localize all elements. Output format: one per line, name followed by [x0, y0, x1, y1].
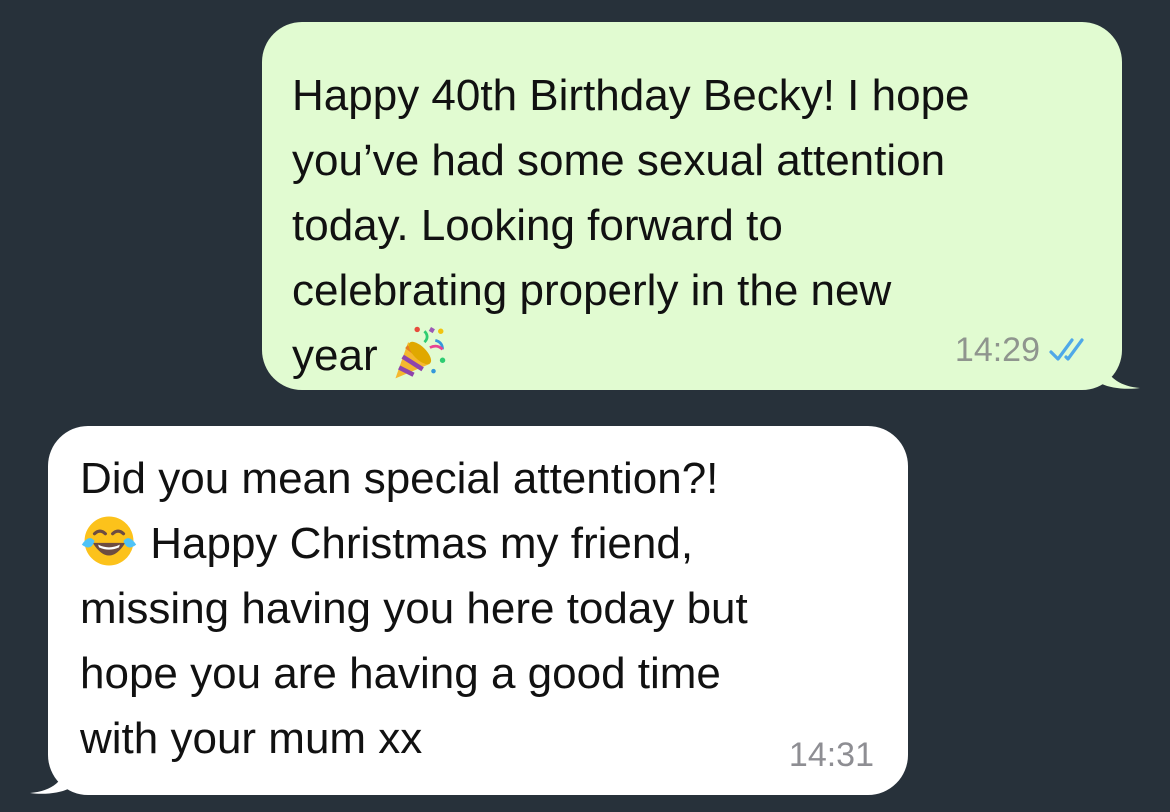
double-check-read-icon: [1049, 338, 1084, 361]
party-popper-icon: [395, 326, 446, 379]
message-text-end: Happy Christmas my friend, missing havin…: [80, 519, 748, 763]
face-with-tears-of-joy-icon: [81, 516, 137, 566]
message-text: Did you mean special attention?! Happy C…: [80, 446, 878, 771]
message-timestamp: 14:31: [788, 736, 874, 774]
message-meta: 14:31: [789, 735, 874, 775]
message-bubble-outgoing[interactable]: Happy 40th Birthday Becky! I hope you’ve…: [262, 22, 1140, 390]
bubble-tail: [1102, 354, 1140, 389]
message-text-start: Did you mean special attention?!: [80, 454, 719, 503]
message-bubble-incoming[interactable]: Did you mean special attention?! Happy C…: [30, 426, 908, 795]
message-meta: 14:29: [955, 330, 1094, 370]
bubble-tail: [30, 759, 68, 794]
message-timestamp: 14:29: [954, 331, 1040, 369]
chat-thread: Happy 40th Birthday Becky! I hope you’ve…: [0, 0, 1170, 812]
